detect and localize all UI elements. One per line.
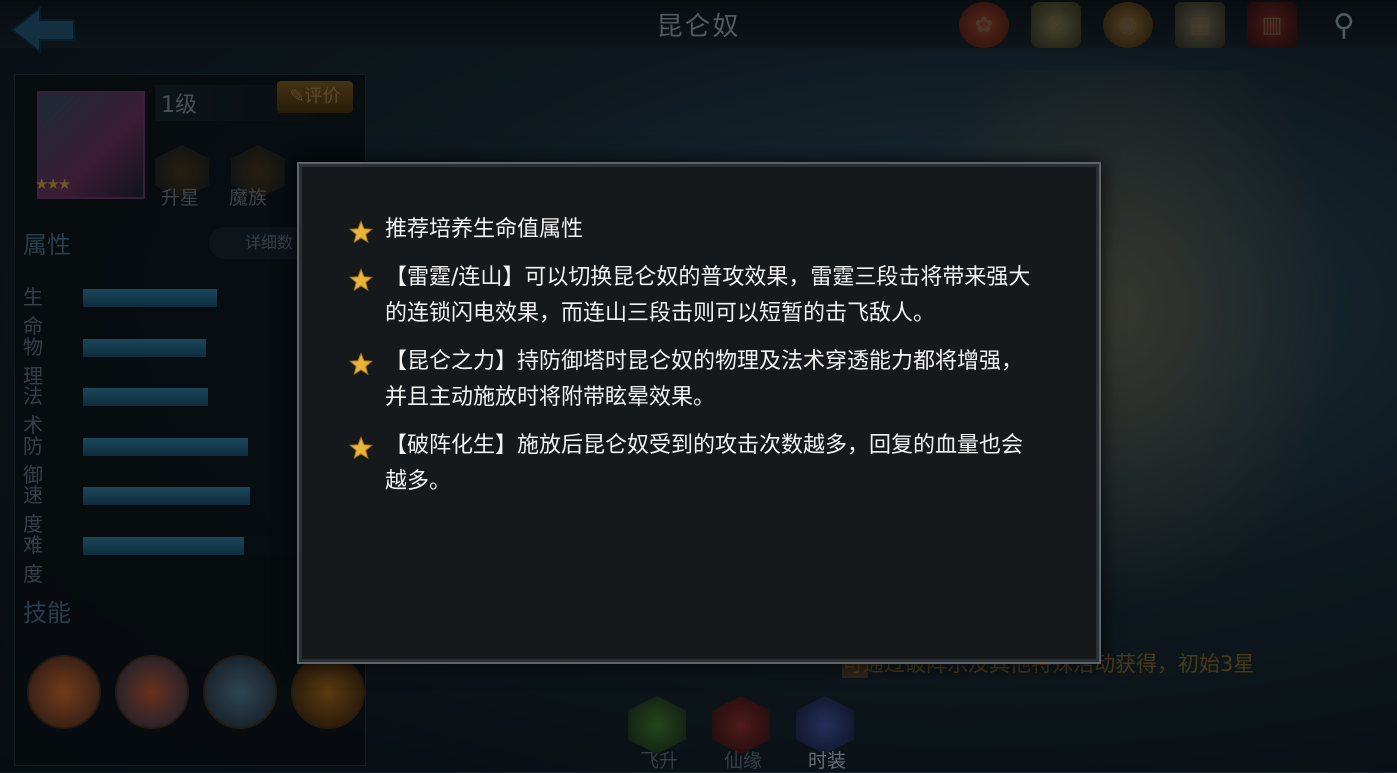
tip-text: 【雷霆/连山】可以切换昆仑奴的普攻效果，雷霆三段击将带来强大的连锁闪电效果，而连…: [385, 265, 1031, 326]
tips-list: 推荐培养生命值属性 【雷霆/连山】可以切换昆仑奴的普攻效果，雷霆三段击将带来强大…: [349, 212, 1039, 512]
tips-dialog: 推荐培养生命值属性 【雷霆/连山】可以切换昆仑奴的普攻效果，雷霆三段击将带来强大…: [297, 162, 1101, 664]
tip-text: 【昆仑之力】持防御塔时昆仑奴的物理及法术穿透能力都将增强，并且主动施放时将附带眩…: [385, 349, 1024, 410]
star-icon: [349, 436, 373, 460]
tip-item: 【昆仑之力】持防御塔时昆仑奴的物理及法术穿透能力都将增强，并且主动施放时将附带眩…: [349, 344, 1039, 416]
star-icon: [349, 220, 373, 244]
tip-text: 推荐培养生命值属性: [385, 217, 584, 242]
star-icon: [349, 268, 373, 292]
tip-item: 推荐培养生命值属性: [349, 212, 1039, 248]
tip-item: 【雷霆/连山】可以切换昆仑奴的普攻效果，雷霆三段击将带来强大的连锁闪电效果，而连…: [349, 260, 1039, 332]
tip-item: 【破阵化生】施放后昆仑奴受到的攻击次数越多，回复的血量也会越多。: [349, 428, 1039, 500]
star-icon: [349, 352, 373, 376]
tip-text: 【破阵化生】施放后昆仑奴受到的攻击次数越多，回复的血量也会越多。: [385, 433, 1024, 494]
